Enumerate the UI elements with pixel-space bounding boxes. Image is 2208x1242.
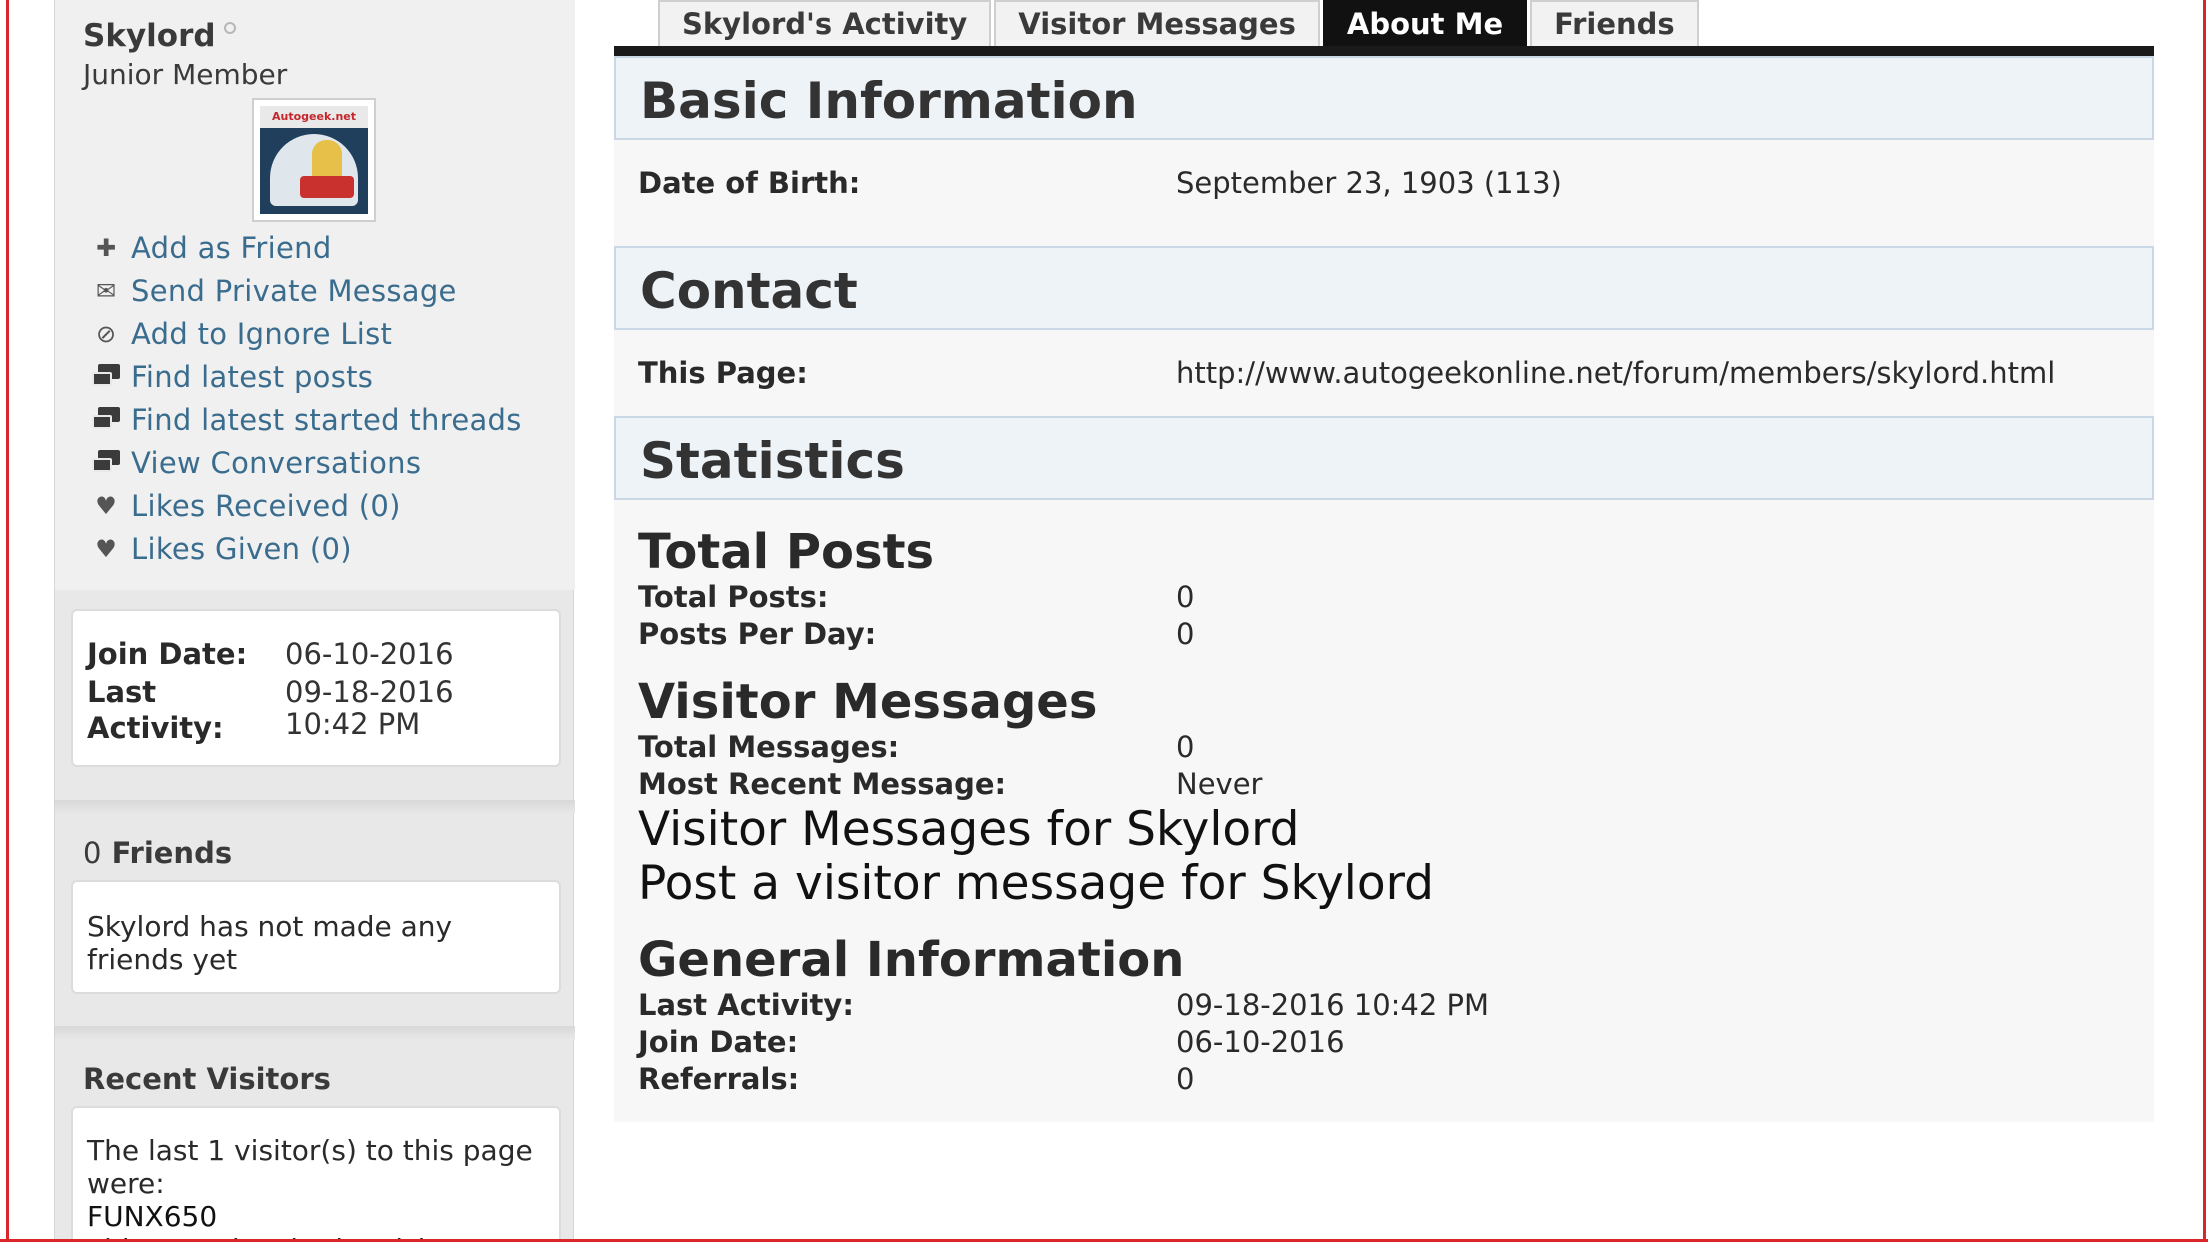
last-activity-date: 09-18-2016 (285, 675, 454, 709)
referrals-row: Referrals: 0 (638, 1062, 1195, 1096)
statistics-title: Statistics (640, 432, 905, 490)
last-activity-value: 09-18-2016 10:42 PM (1176, 988, 1490, 1022)
profile-tabs: Skylord's Activity Visitor Messages Abou… (658, 0, 1702, 46)
tab-activity[interactable]: Skylord's Activity (658, 0, 992, 46)
profile-actions: ✚ Add as Friend ✉ Send Private Message ⊘… (91, 226, 522, 570)
friends-section-title: 0 Friends (83, 836, 233, 870)
friends-card: Skylord has not made any friends yet (71, 880, 561, 994)
general-information-heading: General Information (638, 932, 1185, 988)
total-messages-value: 0 (1176, 730, 1195, 764)
view-conversations-link[interactable]: View Conversations (91, 441, 522, 484)
most-recent-message-value: Never (1176, 767, 1263, 801)
no-friends-text: Skylord has not made any friends yet (87, 910, 453, 976)
posts-icon (92, 363, 120, 390)
most-recent-message-row: Most Recent Message: Never (638, 767, 1263, 801)
total-posts-value: 0 (1176, 580, 1195, 614)
contact-title: Contact (640, 262, 858, 320)
conversations-icon (92, 449, 120, 476)
visitor-link[interactable]: FUNX650 (87, 1200, 547, 1233)
friends-count: 0 (83, 836, 102, 870)
post-visitor-message-link[interactable]: Post a visitor message for Skylord (638, 856, 1434, 911)
total-posts-heading: Total Posts (638, 524, 935, 580)
statistics-header: Statistics (614, 416, 2154, 500)
member-stats-card: Join Date: 06-10-2016 Last Activity: 09-… (71, 609, 561, 767)
username: Skylord (83, 18, 216, 54)
avatar[interactable]: Autogeek.net (252, 98, 376, 222)
join-date-main-value: 06-10-2016 (1176, 1025, 1345, 1059)
window-frame-right (2203, 0, 2206, 1242)
send-private-message-link[interactable]: ✉ Send Private Message (91, 269, 522, 312)
this-page-row: This Page: http://www.autogeekonline.net… (638, 356, 2055, 390)
date-of-birth-label: Date of Birth: (638, 166, 861, 200)
add-friend-link[interactable]: ✚ Add as Friend (91, 226, 522, 269)
ignore-icon: ⊘ (95, 319, 117, 348)
date-of-birth-value: September 23, 1903 (113) (1176, 166, 1562, 200)
find-latest-posts-link[interactable]: Find latest posts (91, 355, 522, 398)
likes-given-link[interactable]: ♥ Likes Given (0) (91, 527, 522, 570)
join-date-row: Join Date: 06-10-2016 (638, 1025, 1345, 1059)
join-date-value: 06-10-2016 (285, 637, 454, 671)
threads-icon (92, 406, 120, 433)
window-frame-left (6, 0, 9, 1242)
tab-visitor-messages[interactable]: Visitor Messages (994, 0, 1320, 46)
total-messages-row: Total Messages: 0 (638, 730, 1195, 764)
profile-sidebar: Skylord Junior Member Autogeek.net ✚ Add… (54, 0, 575, 1242)
last-activity-time: 10:42 PM (285, 707, 421, 741)
recent-visitors-title: Recent Visitors (83, 1062, 331, 1096)
offline-status-icon (224, 22, 236, 34)
this-page-label: This Page: (638, 356, 808, 390)
tab-about-me[interactable]: About Me (1322, 0, 1528, 46)
likes-received-link[interactable]: ♥ Likes Received (0) (91, 484, 522, 527)
recent-visitors-text: The last 1 visitor(s) to this page were: (87, 1134, 533, 1200)
visitor-messages-heading: Visitor Messages (638, 674, 1098, 730)
heart-icon: ♥ (95, 491, 117, 520)
profile-block: Skylord Junior Member Autogeek.net ✚ Add… (55, 0, 575, 590)
last-activity-label-2: Activity: (87, 711, 224, 745)
posts-per-day-value: 0 (1176, 617, 1195, 651)
add-ignore-link[interactable]: ⊘ Add to Ignore List (91, 312, 522, 355)
referrals-value: 0 (1176, 1062, 1195, 1096)
basic-information-header: Basic Information (614, 56, 2154, 140)
contact-header: Contact (614, 246, 2154, 330)
recent-visitors-card: The last 1 visitor(s) to this page were:… (71, 1106, 561, 1242)
user-title: Junior Member (83, 58, 288, 91)
avatar-image: Autogeek.net (260, 106, 368, 214)
this-page-url[interactable]: http://www.autogeekonline.net/forum/memb… (1176, 356, 2055, 390)
plus-icon: ✚ (95, 233, 117, 262)
date-of-birth-row: Date of Birth: September 23, 1903 (113) (638, 166, 1562, 200)
total-posts-row: Total Posts: 0 (638, 580, 1195, 614)
last-activity-row: Last Activity: 09-18-2016 10:42 PM (638, 988, 1490, 1022)
last-activity-label: Last (87, 675, 157, 709)
avatar-logo-text: Autogeek.net (260, 106, 368, 128)
heart-icon: ♥ (95, 534, 117, 563)
tab-underline (614, 46, 2154, 56)
basic-information-title: Basic Information (640, 72, 1138, 130)
find-latest-threads-link[interactable]: Find latest started threads (91, 398, 522, 441)
posts-per-day-row: Posts Per Day: 0 (638, 617, 1195, 651)
tab-friends[interactable]: Friends (1530, 0, 1699, 46)
mail-icon: ✉ (95, 276, 117, 305)
visitor-messages-link[interactable]: Visitor Messages for Skylord (638, 802, 1300, 857)
about-me-panel: Basic Information Date of Birth: Septemb… (614, 56, 2154, 1122)
join-date-label: Join Date: (87, 637, 248, 671)
